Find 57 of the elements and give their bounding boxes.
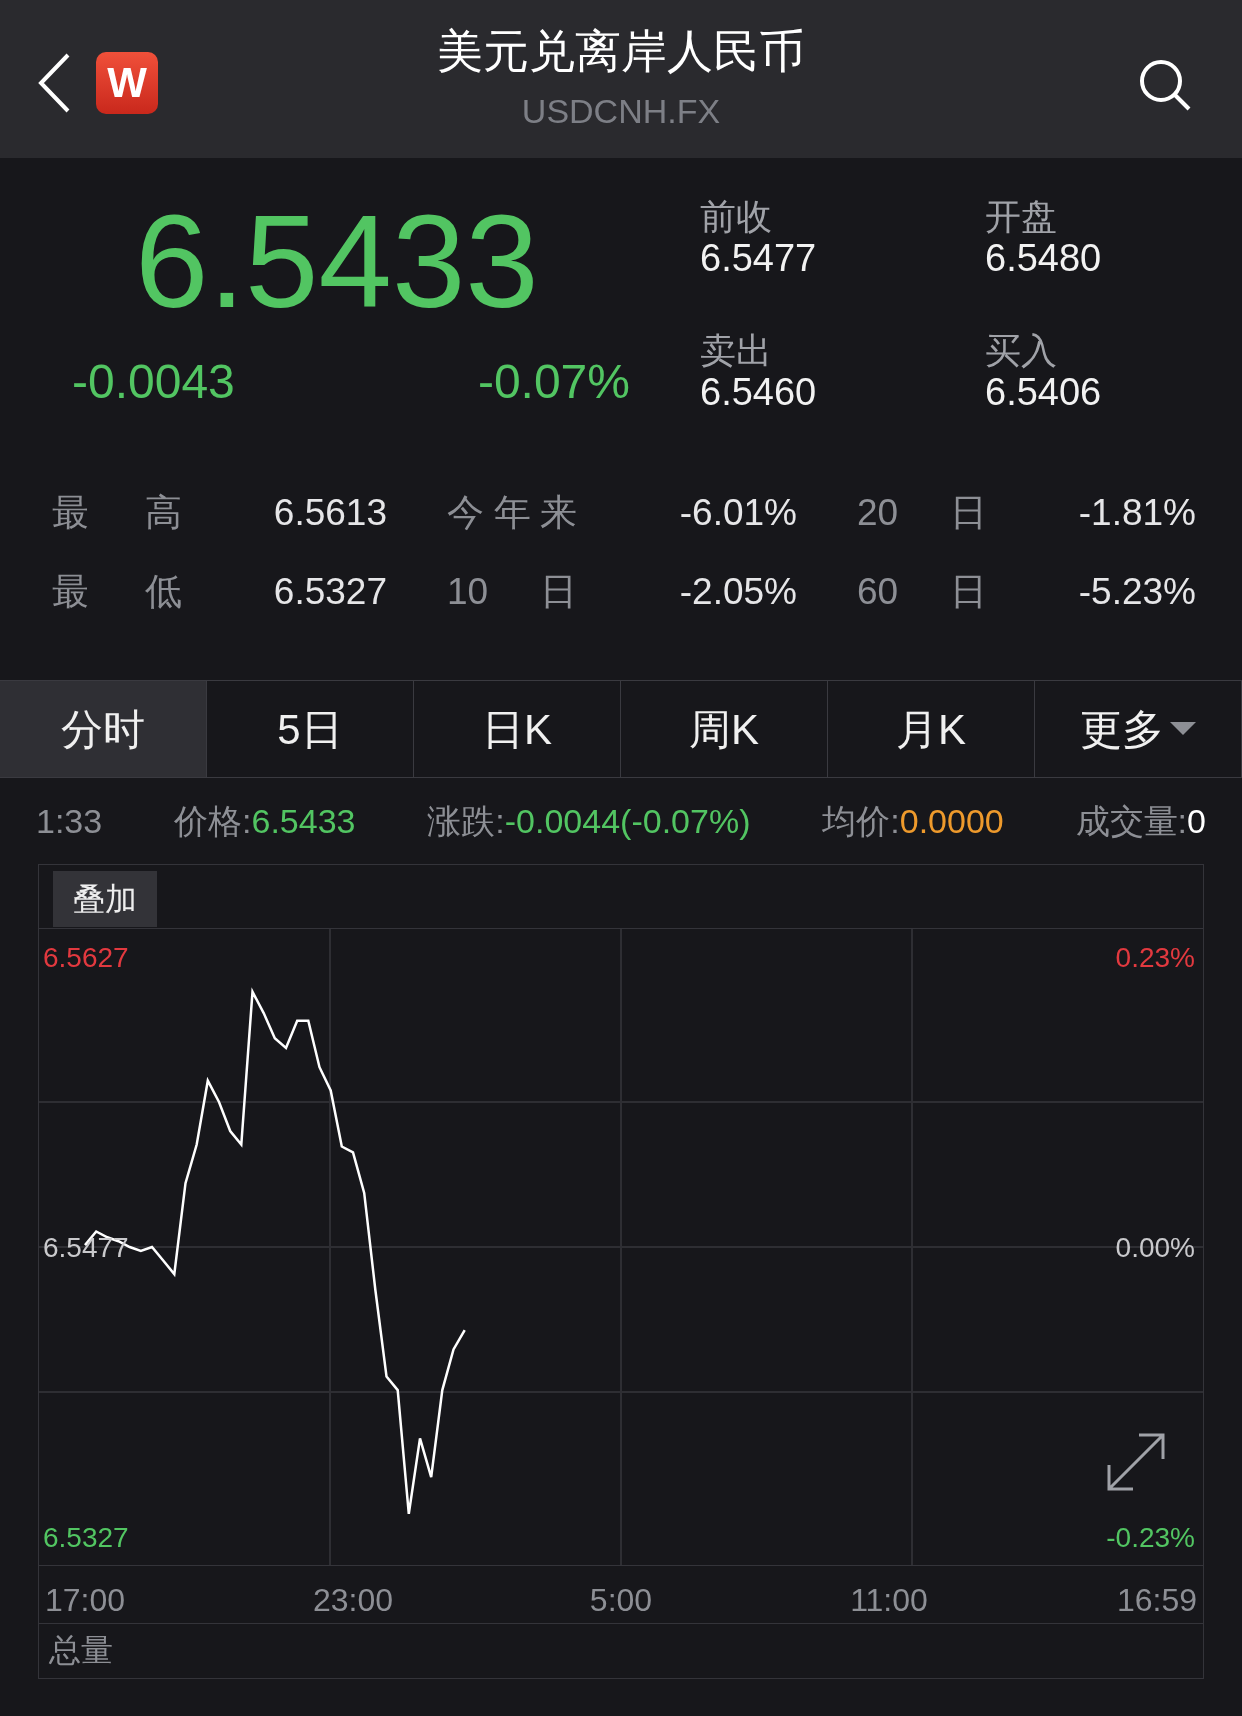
quote-label: 前收 <box>700 196 773 238</box>
info-value: 0 <box>1187 800 1206 842</box>
stat-label: 60 日 <box>857 573 987 610</box>
stat-label: 10 日 <box>447 573 577 610</box>
time-label: 1:33 <box>36 800 103 842</box>
stat-label: 最低 <box>52 573 182 610</box>
x-axis-label: 5:00 <box>589 1581 653 1620</box>
percent-axis-label: 0.23% <box>1115 942 1195 973</box>
quote-label: 开盘 <box>985 196 1058 238</box>
info-value: 0.0000 <box>899 800 1004 842</box>
page-title: 美元兑离岸人民币 <box>436 24 806 74</box>
x-axis-label: 23:00 <box>312 1581 394 1620</box>
chart-tab[interactable]: 日K <box>414 681 621 777</box>
y-axis-label: 6.5477 <box>43 1232 129 1263</box>
percent-change: -0.07% <box>477 358 630 406</box>
info-label: 成交量: <box>1075 800 1188 842</box>
stat-value: -2.05% <box>679 573 797 610</box>
percent-axis-label: -0.23% <box>1106 1522 1195 1553</box>
quote-label: 卖出 <box>700 330 773 372</box>
symbol-code: USDCNH.FX <box>520 94 722 128</box>
volume-label: 总量 <box>49 1632 113 1668</box>
stat-label: 今年来 <box>447 494 577 531</box>
stat-label: 最高 <box>52 494 182 531</box>
quote-value: 6.5460 <box>700 371 818 416</box>
overlay-button[interactable]: 叠加 <box>53 871 157 927</box>
quote-value: 6.5406 <box>985 371 1103 416</box>
search-icon[interactable] <box>1138 58 1192 112</box>
quote-label: 买入 <box>985 330 1058 372</box>
price-change: -0.0043 <box>72 358 235 406</box>
y-axis-label: 6.5327 <box>43 1522 129 1553</box>
info-label: 涨跌: <box>427 800 505 842</box>
stat-value: -1.81% <box>1078 494 1196 531</box>
info-value: -0.0044(-0.07%) <box>504 800 751 842</box>
info-label: 价格: <box>174 800 252 842</box>
x-axis-label: 11:00 <box>850 1581 928 1620</box>
quote-value: 6.5477 <box>700 237 818 282</box>
chart-tab[interactable]: 更多 <box>1035 681 1242 777</box>
current-price: 6.5433 <box>135 196 539 328</box>
stat-value: -5.23% <box>1078 573 1196 610</box>
y-axis-label: 6.5627 <box>43 942 129 973</box>
x-axis-label: 17:00 <box>44 1581 126 1620</box>
chart-tab[interactable]: 月K <box>828 681 1035 777</box>
expand-icon[interactable] <box>1107 1433 1165 1491</box>
quote-value: 6.5480 <box>985 237 1103 282</box>
chart-tab[interactable]: 周K <box>621 681 828 777</box>
percent-axis-label: 0.00% <box>1115 1232 1195 1263</box>
back-icon[interactable] <box>36 52 72 114</box>
chart-tab[interactable]: 5日 <box>207 681 414 777</box>
info-value: 6.5433 <box>251 800 356 842</box>
stat-label: 20 日 <box>857 494 987 531</box>
app-logo: W <box>96 52 158 114</box>
stat-value: 6.5327 <box>273 573 387 610</box>
stat-value: 6.5613 <box>273 494 387 531</box>
stat-value: -6.01% <box>679 494 797 531</box>
chart-tab[interactable]: 分时 <box>0 681 207 777</box>
info-label: 均价: <box>822 800 900 842</box>
x-axis-label: 16:59 <box>1116 1581 1198 1620</box>
